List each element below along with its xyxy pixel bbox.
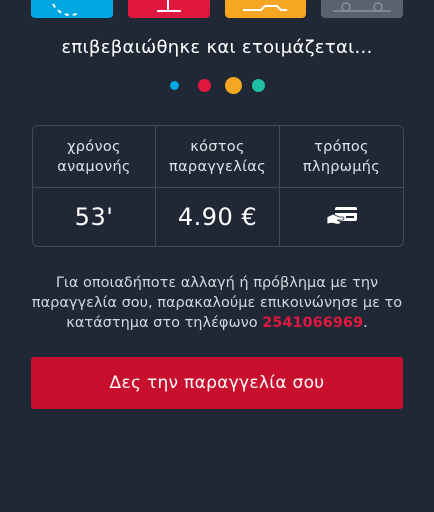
- delivery-icon: [333, 2, 391, 12]
- order-status-text: επιβεβαιώθηκε και ετοιμάζεται...: [61, 37, 373, 58]
- store-icon: [157, 0, 181, 12]
- payment-method-value: [280, 188, 403, 246]
- progress-dot-1: [169, 81, 179, 90]
- step-delivery-tile: [321, 0, 403, 18]
- dish-icon: [243, 5, 287, 11]
- contact-notice: Για οποιαδήποτε αλλαγή ή πρόβλημα με την…: [30, 273, 404, 333]
- timer-icon: [52, 3, 78, 16]
- payment-method-label: τρόπος πληρωμής: [280, 126, 403, 188]
- progress-dot-2: [197, 79, 211, 92]
- order-status-screen: επιβεβαιώθηκε και ετοιμάζεται... χρόνος …: [0, 0, 434, 512]
- progress-dot-4: [251, 79, 265, 92]
- view-order-button[interactable]: Δες την παραγγελία σου: [31, 357, 403, 409]
- store-phone-link[interactable]: 2541066969: [262, 315, 363, 331]
- step-dish-tile: [225, 0, 306, 18]
- contact-notice-end: .: [363, 315, 368, 331]
- wait-time-label: χρόνος αναμονής: [33, 126, 156, 188]
- step-store-tile: [128, 0, 210, 18]
- wait-time-value: 53': [33, 188, 156, 246]
- order-cost-value: 4.90 €: [156, 188, 280, 246]
- order-info-table: χρόνος αναμονής κόστος παραγγελίας τρόπο…: [32, 125, 404, 247]
- progress-dots: [0, 77, 434, 94]
- order-cost-label: κόστος παραγγελίας: [156, 126, 280, 188]
- step-timer-tile: [31, 0, 113, 18]
- progress-dot-3: [224, 77, 242, 94]
- card-payment-icon: [326, 207, 357, 225]
